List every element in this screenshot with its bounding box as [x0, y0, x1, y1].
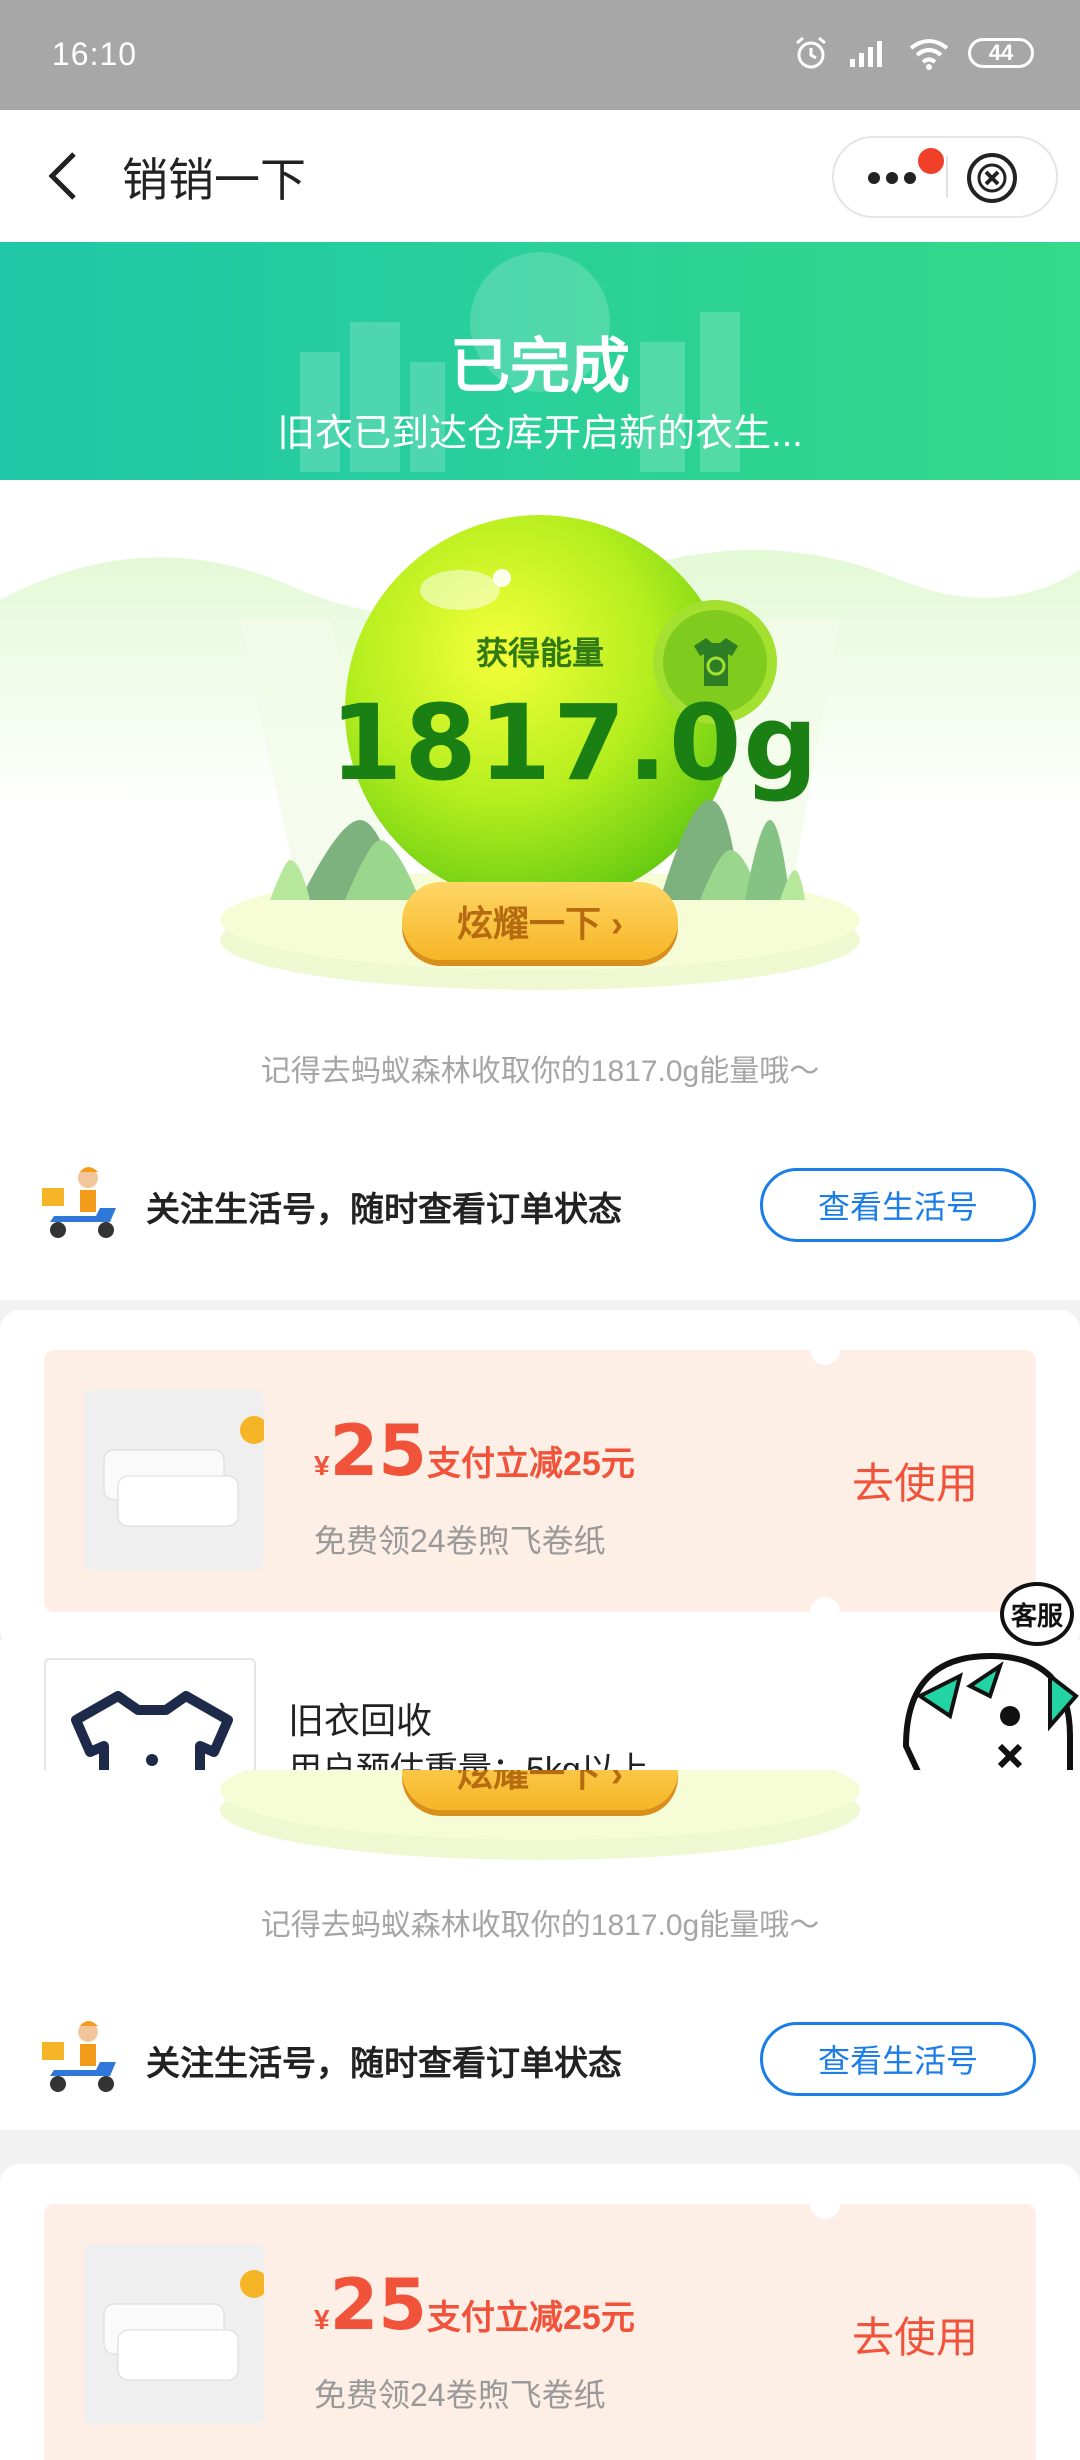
- page-title: 销销一下: [122, 154, 306, 206]
- repeated-section: 炫耀一下 › 记得去蚂蚁森林收取你的1817.0g能量哦～ 关注生活号，随时查看…: [0, 1770, 1080, 2460]
- order-status-desc: 旧衣已到达仓库开启新的衣生...: [277, 413, 803, 455]
- forest-hint: 记得去蚂蚁森林收取你的1817.0g能量哦～: [260, 1055, 820, 1088]
- follow-row: 关注生活号，随时查看订单状态 查看生活号: [0, 1136, 1080, 1276]
- currency-symbol: ¥: [314, 2304, 330, 2335]
- coupon-amount: 25: [329, 1410, 427, 1492]
- more-button[interactable]: [844, 138, 944, 216]
- status-bar: 16:10 44: [0, 0, 1080, 110]
- notification-dot: [918, 148, 944, 174]
- coupon-card[interactable]: ¥25支付立减25元 免费领24卷煦飞卷纸 去使用: [44, 1350, 1036, 1612]
- coupon-amount: 25: [329, 2264, 427, 2346]
- order-status-title: 已完成: [450, 333, 630, 400]
- repeated-show-off-button[interactable]: 炫耀一下 ›: [402, 1770, 678, 1810]
- coupon-notch-top: [810, 1350, 840, 1365]
- coupon-notch-bottom: [810, 1597, 840, 1612]
- delivery-scooter-icon: [42, 1167, 116, 1238]
- order-title: 旧衣回收: [288, 1700, 433, 1741]
- battery-indicator: 44: [968, 38, 1034, 68]
- view-account-button[interactable]: 查看生活号: [760, 1168, 1036, 1242]
- alarm-icon: [796, 36, 826, 69]
- repeated-follow-row: 关注生活号，随时查看订单状态 查看生活号: [0, 1990, 1080, 2130]
- coupon-price: ¥25支付立减25元: [314, 2264, 635, 2346]
- energy-label: 获得能量: [475, 635, 604, 671]
- show-off-button[interactable]: 炫耀一下 ›: [402, 882, 678, 960]
- view-account-button[interactable]: 查看生活号: [760, 2022, 1036, 2096]
- follow-prompt: 关注生活号，随时查看订单状态: [146, 2045, 622, 2083]
- tissue-product-image: [84, 1390, 264, 1570]
- customer-service-button[interactable]: 客服: [900, 1570, 1080, 1776]
- tissue-product-image: [84, 2244, 264, 2424]
- follow-prompt: 关注生活号，随时查看订单状态: [146, 1191, 622, 1229]
- back-icon[interactable]: [40, 148, 84, 204]
- coupon-subtitle: 免费领24卷煦飞卷纸: [314, 2377, 606, 2413]
- use-coupon-button[interactable]: 去使用: [852, 2304, 978, 2365]
- coupon-desc: 支付立减25元: [427, 1445, 635, 1483]
- status-time: 16:10: [52, 36, 138, 72]
- coupon-card[interactable]: ¥25支付立减25元 免费领24卷煦飞卷纸 去使用: [44, 2204, 1036, 2460]
- service-mascot-icon: [902, 1652, 1079, 1776]
- close-icon[interactable]: [964, 150, 1020, 206]
- nav-bar: 销销一下: [0, 110, 1080, 242]
- coupon-desc: 支付立减25元: [427, 2299, 635, 2337]
- repeated-coupon-section: ¥25支付立减25元 免费领24卷煦飞卷纸 去使用: [0, 2164, 1080, 2460]
- energy-value: 1817.0g: [330, 682, 820, 804]
- coupon-subtitle: 免费领24卷煦飞卷纸: [314, 1523, 606, 1559]
- delivery-scooter-icon: [42, 2021, 116, 2092]
- service-label: 客服: [1000, 1582, 1074, 1646]
- mini-app-capsule: [832, 136, 1058, 218]
- signal-icon: [850, 41, 882, 67]
- capsule-divider: [946, 156, 948, 198]
- repeated-forest-hint: 记得去蚂蚁森林收取你的1817.0g能量哦～: [260, 1909, 820, 1942]
- coupon-notch-top: [810, 2204, 840, 2219]
- currency-symbol: ¥: [314, 1450, 330, 1481]
- battery-level: 44: [988, 40, 1014, 65]
- wifi-icon: [909, 39, 949, 70]
- coupon-price: ¥25支付立减25元: [314, 1410, 635, 1492]
- use-coupon-button[interactable]: 去使用: [852, 1450, 978, 1511]
- status-icons: 44: [792, 34, 1034, 72]
